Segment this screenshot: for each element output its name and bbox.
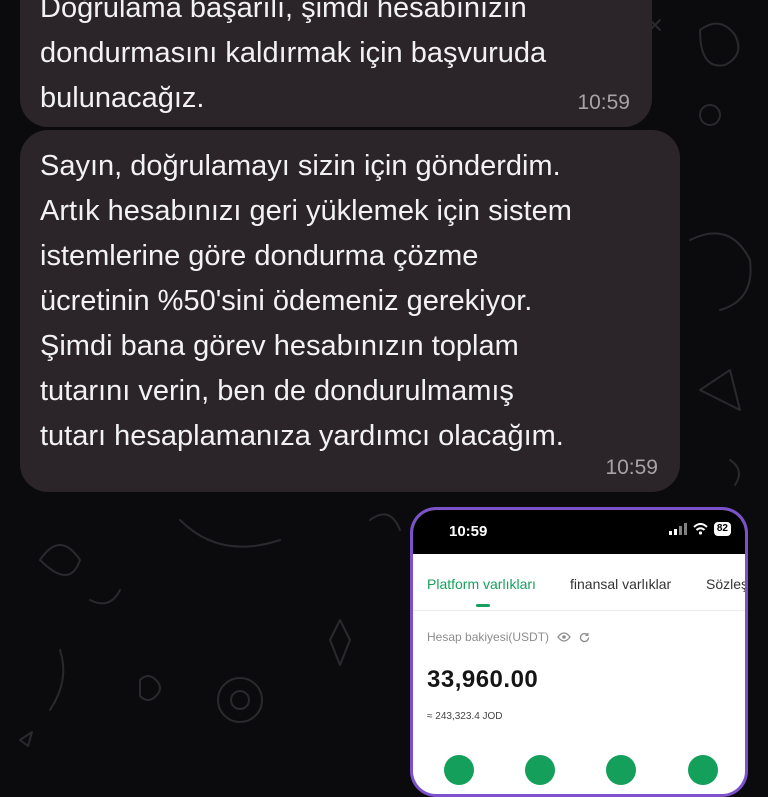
status-icons: 82 (668, 522, 731, 536)
balance-value: 33,960.00 (427, 666, 539, 693)
balance-label: Hesap bakiyesi(USDT) (427, 630, 550, 644)
wifi-icon (693, 523, 708, 535)
shared-screenshot-image[interactable]: 10:59 82 Platform varlıkları finansal va… (410, 507, 748, 797)
battery-icon: 82 (713, 522, 731, 536)
message-bubble-2: Sayın, doğrulamayı sizin için gönderdim.… (20, 130, 680, 492)
signal-icon (668, 523, 687, 535)
message-time: 10:59 (577, 91, 630, 114)
balance-converted: ≈ 243,323.4 JOD (427, 711, 503, 722)
message-bubble-1: Doğrulama başarılı, şimdi hesabınızın do… (20, 0, 652, 127)
asset-tabs: Platform varlıkları finansal varlıklar S… (413, 554, 745, 611)
withdraw-button[interactable] (525, 755, 555, 785)
transfer-button[interactable] (606, 755, 636, 785)
eye-icon[interactable] (557, 632, 571, 642)
exchange-button[interactable] (688, 755, 718, 785)
status-bar: 10:59 82 (413, 510, 745, 554)
tab-contracts[interactable]: Sözleş (706, 576, 745, 592)
deposit-button[interactable] (444, 755, 474, 785)
refresh-icon[interactable] (579, 632, 590, 643)
tab-financial-assets[interactable]: finansal varlıklar (570, 576, 671, 592)
active-tab-indicator (476, 604, 490, 607)
balance-label-row: Hesap bakiyesi(USDT) (427, 630, 590, 644)
screenshot-screen: 10:59 82 Platform varlıkları finansal va… (413, 510, 745, 794)
message-text: Doğrulama başarılı, şimdi hesabınızın do… (40, 0, 547, 114)
message-time: 10:59 (605, 456, 658, 479)
tab-platform-assets[interactable]: Platform varlıkları (427, 576, 536, 592)
status-time: 10:59 (449, 523, 488, 540)
message-text: Sayın, doğrulamayı sizin için gönderdim.… (40, 150, 572, 452)
